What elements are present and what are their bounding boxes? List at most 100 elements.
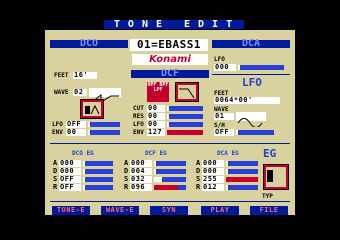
dco-eg-s-label: S <box>53 175 58 183</box>
dca-eg-r-label: R <box>196 183 201 191</box>
dco-eg-r-meter[interactable] <box>83 185 113 190</box>
wave-shape-icon <box>85 104 100 115</box>
filter-curve-icon <box>179 88 195 99</box>
dcf-header-bar: DCF <box>131 68 209 79</box>
dcf-lfo-meter[interactable] <box>167 122 203 127</box>
dco-eg-r-value[interactable]: OFF <box>59 184 81 191</box>
eg-type-icon[interactable] <box>263 164 289 190</box>
voice-name-field[interactable]: 01=EBASS1 <box>130 39 208 51</box>
dca-eg-r-value[interactable]: 012 <box>202 184 224 191</box>
dco-header: DCO <box>79 38 99 49</box>
dcf-lfo-value[interactable]: 00 <box>147 121 165 128</box>
dco-wave-display <box>89 88 121 103</box>
dcf-eg-d-value[interactable]: 004 <box>130 168 152 175</box>
eg-header: EG <box>263 147 277 160</box>
lfo-feet-label: FEET <box>214 90 229 97</box>
sine-wave-icon <box>237 118 263 128</box>
screen: TONE EDIT DCO 01=EBASS1 DCA Konami FEET … <box>0 0 340 240</box>
dco-eg-s-value[interactable]: OFF <box>59 176 81 183</box>
dcf-env-value[interactable]: 127 <box>147 129 165 136</box>
dca-eg-s-label: S <box>196 175 201 183</box>
dcf-eg-a-value[interactable]: 000 <box>130 160 152 167</box>
dcf-res-meter[interactable] <box>167 114 203 119</box>
lfo-wave-label: WAVE <box>214 106 229 113</box>
dco-env-value[interactable]: 00 <box>66 129 86 136</box>
dcf-header: DCF <box>160 68 180 79</box>
menu-syn[interactable]: SYN <box>150 206 188 215</box>
dcf-eg-s-meter[interactable] <box>154 177 186 182</box>
dca-eg-a-meter[interactable] <box>226 161 258 166</box>
dca-lfo-divider <box>212 74 290 75</box>
menu-wave-e[interactable]: WAVE-E <box>101 206 139 215</box>
dcf-cut-value[interactable]: 00 <box>147 105 165 112</box>
dcf-eg-s-value[interactable]: 032 <box>130 176 152 183</box>
lfo-sh-value[interactable]: OFF <box>214 129 234 136</box>
lfo-wave-value[interactable]: 01 <box>214 113 234 120</box>
dca-eg-d-label: D <box>196 167 201 175</box>
dco-wave-value[interactable]: 02 <box>73 89 87 96</box>
brand-logo: Konami <box>132 54 208 65</box>
lfo-wave-display <box>236 112 266 128</box>
dca-eg-a-value[interactable]: 000 <box>202 160 224 167</box>
page-title: TONE EDIT <box>104 20 244 30</box>
dca-header-bar: DCA <box>212 38 290 49</box>
dco-eg-r-label: R <box>53 183 58 191</box>
dca-eg-s-meter[interactable] <box>226 177 258 182</box>
dco-env-meter[interactable] <box>88 130 120 135</box>
dco-eg-d-value[interactable]: 000 <box>59 168 81 175</box>
dcf-env-meter[interactable] <box>167 130 203 135</box>
dcf-eg-r-meter[interactable] <box>154 185 186 190</box>
dco-lfo-value[interactable]: OFF <box>66 121 86 128</box>
dcf-curve-icon[interactable] <box>175 82 199 102</box>
dca-eg-r-meter[interactable] <box>226 185 258 190</box>
dcf-env-label: ENV <box>133 129 144 136</box>
dca-eg-header: DCA EG <box>217 150 239 157</box>
dca-lfo-meter[interactable] <box>238 65 284 70</box>
lfo-sh-meter[interactable] <box>236 130 274 135</box>
dco-eg-s-meter[interactable] <box>83 177 113 182</box>
dca-eg-s-value[interactable]: 255 <box>202 176 224 183</box>
dco-header-bar: DCO <box>50 38 128 49</box>
dcf-eg-a-meter[interactable] <box>154 161 186 166</box>
lfo-header: LFO <box>242 76 262 89</box>
dcf-cut-meter[interactable] <box>167 106 203 111</box>
envelope-icon <box>267 170 273 182</box>
dca-eg-a-label: A <box>196 159 201 167</box>
menu-file[interactable]: FILE <box>250 206 288 215</box>
dco-feet-label: FEET <box>54 72 69 79</box>
dca-eg-d-meter[interactable] <box>226 169 258 174</box>
dca-eg-d-value[interactable]: 000 <box>202 168 224 175</box>
dca-lfo-value[interactable]: 000 <box>214 64 236 71</box>
dco-eg-d-meter[interactable] <box>83 169 113 174</box>
dcf-res-label: RES <box>133 113 144 120</box>
dca-header: DCA <box>241 38 261 49</box>
menu-play[interactable]: PLAY <box>201 206 239 215</box>
lfo-sh-label: S/H <box>214 122 225 129</box>
dco-eg-a-meter[interactable] <box>83 161 113 166</box>
dco-eg-a-label: A <box>53 159 58 167</box>
eg-divider <box>50 143 290 144</box>
dcf-lfo-label: LFO <box>133 121 144 128</box>
dcf-eg-d-meter[interactable] <box>154 169 186 174</box>
dcf-res-value[interactable]: 00 <box>147 113 165 120</box>
dcf-eg-s-label: S <box>124 175 129 183</box>
dco-eg-header: DCO EG <box>72 150 94 157</box>
menu-tone-e[interactable]: TONE-E <box>52 206 90 215</box>
lfo-feet-value[interactable]: 0064*00' <box>214 97 280 104</box>
dco-lfo-meter[interactable] <box>88 122 120 127</box>
dcf-eg-r-value[interactable]: 096 <box>130 184 152 191</box>
dcf-cut-label: CUT <box>133 105 144 112</box>
dcf-eg-a-label: A <box>124 159 129 167</box>
dco-env-label: ENV <box>52 129 63 136</box>
dco-lfo-label: LFO <box>52 121 63 128</box>
dca-lfo-label: LFO <box>214 56 225 63</box>
dcf-eg-r-label: R <box>124 183 129 191</box>
eg-typ-label: TYP <box>262 193 273 200</box>
filter-type-selector[interactable]: HPF BPF LPF <box>147 82 169 102</box>
dco-feet-value[interactable]: 16' <box>73 72 97 79</box>
dcf-eg-header: DCF EG <box>145 150 167 157</box>
dco-waveform-icon[interactable] <box>80 99 104 119</box>
dco-eg-a-value[interactable]: 000 <box>59 160 81 167</box>
dcf-eg-d-label: D <box>124 167 129 175</box>
menu-divider <box>50 201 290 202</box>
